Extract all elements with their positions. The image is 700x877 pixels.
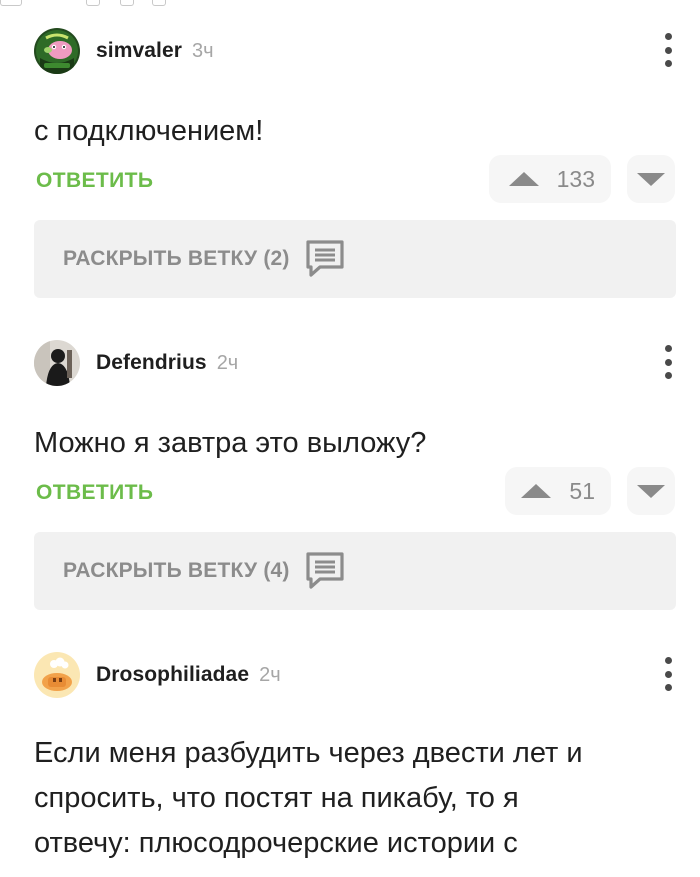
expand-branch-label: РАСКРЫТЬ ВЕТКУ (4) (63, 559, 290, 582)
comment-lines-icon (306, 240, 344, 277)
expand-branch-button[interactable]: РАСКРЫТЬ ВЕТКУ (2) (34, 220, 676, 298)
author-name[interactable]: Defendrius (96, 351, 207, 375)
avatar[interactable] (34, 652, 80, 698)
reply-button[interactable]: ОТВЕТИТЬ (36, 481, 153, 505)
more-options-icon[interactable] (662, 33, 674, 67)
more-options-icon[interactable] (662, 345, 674, 379)
avatar[interactable] (34, 28, 80, 74)
triangle-down-icon (637, 484, 665, 498)
triangle-down-icon (637, 172, 665, 186)
rating-count: 133 (556, 165, 595, 192)
comment-text: Можно я завтра это выложу? (34, 427, 427, 459)
downvote-button[interactable] (627, 155, 675, 203)
comment-time: 3ч (192, 39, 214, 62)
triangle-up-icon (521, 484, 552, 498)
author-name[interactable]: Drosophiliadae (96, 663, 249, 687)
expand-branch-button[interactable]: РАСКРЫТЬ ВЕТКУ (4) (34, 532, 676, 610)
triangle-up-icon (508, 172, 539, 186)
rating-count: 51 (569, 477, 595, 504)
previous-comment-edge (0, 0, 700, 8)
comment-time: 2ч (259, 663, 281, 686)
downvote-button[interactable] (627, 467, 675, 515)
comment-header: Drosophiliadae 2ч (34, 651, 281, 699)
comment-header: simvaler 3ч (34, 27, 214, 75)
comment-text: с подключением! (34, 115, 264, 147)
expand-branch-label: РАСКРЫТЬ ВЕТКУ (2) (63, 247, 290, 270)
comment-time: 2ч (216, 351, 239, 374)
avatar[interactable] (34, 340, 80, 386)
upvote-button[interactable]: 51 (505, 467, 611, 515)
comment-header: Defendrius 2ч (34, 339, 238, 387)
reply-button[interactable]: ОТВЕТИТЬ (36, 169, 153, 193)
upvote-button[interactable]: 133 (489, 155, 611, 203)
comment-lines-icon (306, 552, 344, 589)
author-name[interactable]: simvaler (96, 39, 182, 63)
comment-text: Если меня разбудить через двести лет и с… (34, 737, 583, 859)
more-options-icon[interactable] (662, 657, 674, 691)
